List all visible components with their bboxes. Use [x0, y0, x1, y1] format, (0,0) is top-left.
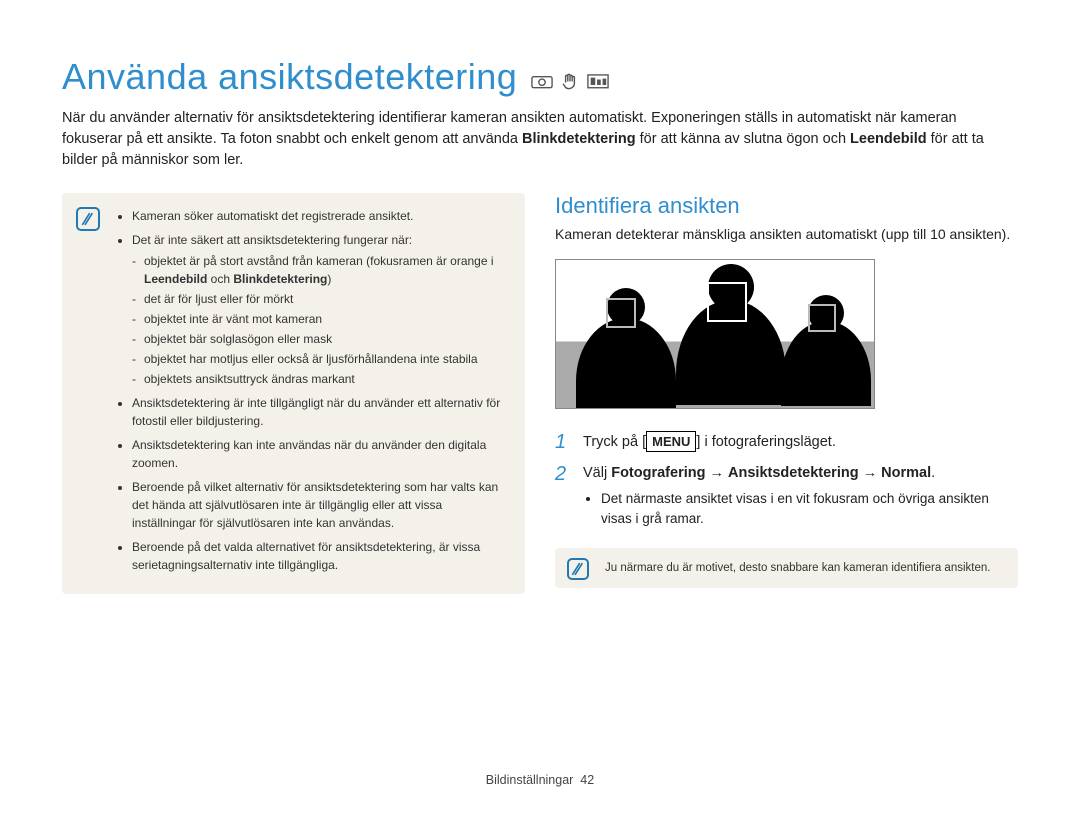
face-frame — [606, 298, 636, 328]
note-icon — [567, 558, 589, 580]
section-description: Kameran detekterar mänskliga ansikten au… — [555, 225, 1018, 245]
section-heading: Identifiera ansikten — [555, 193, 1018, 219]
tip-box: Ju närmare du är motivet, desto snabbare… — [555, 548, 1018, 588]
tip-text: Ju närmare du är motivet, desto snabbare… — [605, 562, 990, 574]
face-frame-active — [707, 282, 747, 322]
step-number: 2 — [555, 463, 573, 529]
note-icon — [76, 207, 100, 231]
step-bold: Fotografering — [611, 465, 705, 481]
step-bold: Ansiktsdetektering — [728, 465, 859, 481]
footer-label: Bildinställningar — [486, 773, 574, 787]
camera-mode-icon — [531, 74, 553, 90]
step-2: 2 Välj Fotografering → Ansiktsdetekterin… — [555, 463, 1018, 529]
intro-bold: Leendebild — [850, 131, 927, 147]
note-subitem: objektet inte är vänt mot kameran — [132, 310, 509, 328]
step-1: 1 Tryck på [MENU] i fotograferingsläget. — [555, 431, 1018, 454]
note-item: Beroende på vilket alternativ för ansikt… — [132, 478, 509, 532]
note-item: Ansiktsdetektering kan inte användas när… — [132, 436, 509, 472]
step-text: Tryck på [ — [583, 434, 646, 450]
note-box: Kameran söker automatiskt det registrera… — [62, 193, 525, 594]
step-bold: Normal — [881, 465, 931, 481]
intro-bold: Blinkdetektering — [522, 131, 636, 147]
note-item: Kameran söker automatiskt det registrera… — [132, 207, 509, 225]
step-text: → — [705, 465, 728, 481]
step-text: . — [931, 465, 935, 481]
note-subitem: objektet bär solglasögon eller mask — [132, 330, 509, 348]
face-frame — [808, 304, 836, 332]
note-subitem: det är för ljust eller för mörkt — [132, 290, 509, 308]
face-detection-illustration — [555, 259, 875, 409]
page-footer: Bildinställningar 42 — [0, 773, 1080, 787]
step-text: Välj — [583, 465, 611, 481]
footer-page-number: 42 — [580, 773, 594, 787]
step-text: → — [859, 465, 882, 481]
step-bullet: Det närmaste ansiktet visas i en vit fok… — [601, 489, 1018, 530]
step-text: ] i fotograferingsläget. — [696, 434, 835, 450]
menu-button-label: MENU — [646, 431, 696, 453]
note-subitem: objektet har motljus eller också är ljus… — [132, 350, 509, 368]
note-subitem: objektets ansiktsuttryck ändras markant — [132, 370, 509, 388]
note-item: Det är inte säkert att ansiktsdetekterin… — [132, 231, 509, 388]
intro-paragraph: När du använder alternativ för ansiktsde… — [62, 108, 1018, 171]
page-title: Använda ansiktsdetektering — [62, 56, 517, 98]
intro-text: för att känna av slutna ögon och — [636, 131, 850, 147]
scene-mode-icon — [587, 74, 609, 90]
mode-icons — [531, 74, 609, 90]
step-number: 1 — [555, 431, 573, 454]
note-text: Det är inte säkert att ansiktsdetekterin… — [132, 233, 412, 247]
note-item: Ansiktsdetektering är inte tillgängligt … — [132, 394, 509, 430]
hand-mode-icon — [559, 74, 581, 90]
note-item: Beroende på det valda alternativet för a… — [132, 538, 509, 574]
note-subitem: objektet är på stort avstånd från kamera… — [132, 252, 509, 288]
